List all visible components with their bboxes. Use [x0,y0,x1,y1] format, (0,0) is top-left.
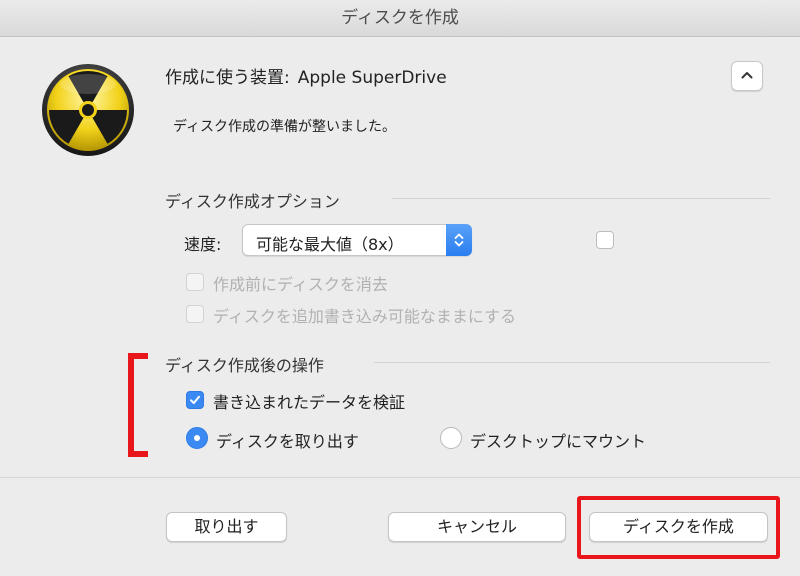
options-divider [392,198,770,199]
chevron-up-icon [741,72,753,79]
mount-radio-label[interactable]: デスクトップにマウント [470,428,646,452]
device-row: 作成に使う装置: Apple SuperDrive [165,63,447,88]
speed-label: 速度: [184,235,222,254]
collapse-button[interactable] [731,61,763,91]
erase-checkbox [186,273,204,291]
speed-select[interactable]: 可能な最大値（8x） [242,224,472,256]
after-divider [374,362,770,363]
speed-value: 可能な最大値（8x） [256,235,404,254]
device-name: Apple SuperDrive [297,68,447,88]
verify-label[interactable]: 書き込まれたデータを検証 [213,389,405,413]
verify-checkbox[interactable] [186,391,204,409]
erase-label: 作成前にディスクを消去 [213,275,388,294]
appendable-checkbox [186,305,204,323]
annotation-bracket [128,353,148,457]
burn-radiation-icon [40,62,136,158]
appendable-label: ディスクを追加書き込み可能なままにする [213,307,517,326]
eject-button[interactable]: 取り出す [166,512,287,542]
cancel-button[interactable]: キャンセル [388,512,566,542]
status-text: ディスク作成の準備が整いました。 [173,119,397,135]
speed-extra-checkbox[interactable] [596,231,614,249]
eject-radio[interactable] [186,427,208,449]
eject-radio-label[interactable]: ディスクを取り出す [216,428,359,452]
mount-radio[interactable] [440,427,462,449]
options-heading: ディスク作成オプション [165,192,340,211]
window-title: ディスクを作成 [341,8,459,28]
annotation-highlight-box [577,496,780,559]
footer-divider [0,477,800,478]
up-down-stepper-icon [446,224,472,256]
window-titlebar: ディスクを作成 [0,0,800,37]
checkmark-icon [190,395,200,404]
after-heading: ディスク作成後の操作 [165,356,324,375]
device-label: 作成に使う装置: [165,68,290,88]
